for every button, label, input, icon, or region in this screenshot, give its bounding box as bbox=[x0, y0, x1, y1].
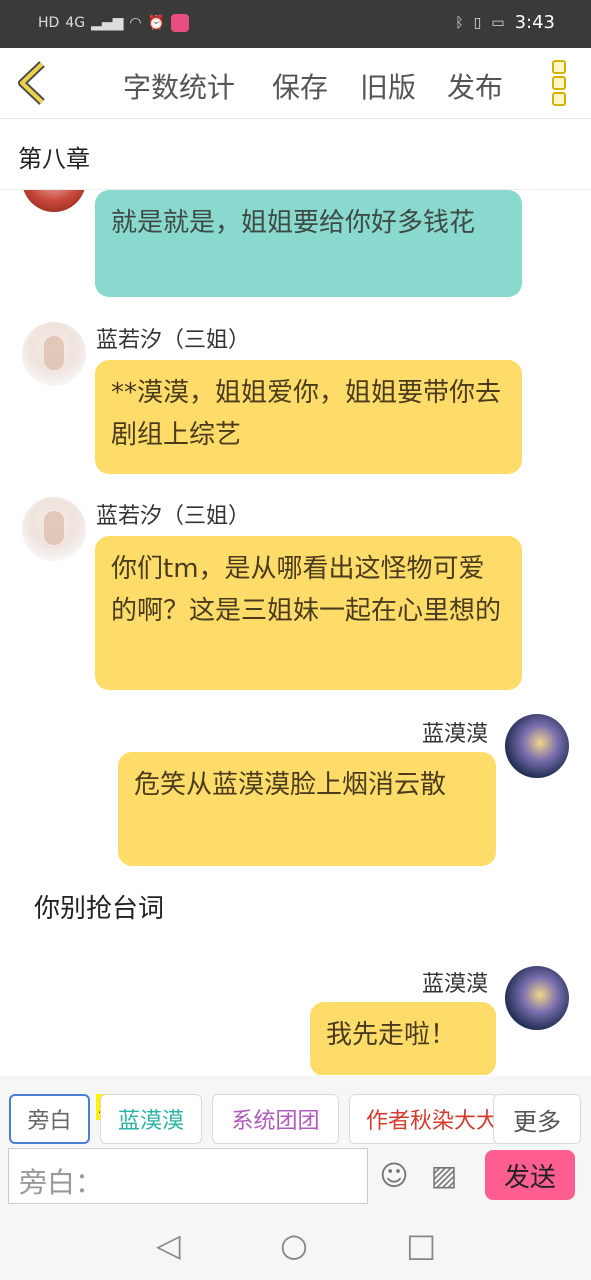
avatar[interactable] bbox=[22, 190, 86, 212]
recents-square-icon[interactable]: □ bbox=[406, 1226, 436, 1264]
message-bubble[interactable]: 你们tm，是从哪看出这怪物可爱的啊？这是三姐妹一起在心里想的 bbox=[95, 536, 522, 690]
battery-icon: ▭ bbox=[491, 14, 505, 31]
status-bar: HD 4G ▂▄▆ ◠ ⏰ ᛒ ▯ ▭ 3:43 bbox=[0, 0, 591, 48]
hd-label: HD bbox=[38, 15, 60, 31]
publish-button[interactable]: 发布 bbox=[447, 66, 503, 106]
wifi-icon: ◠ bbox=[129, 15, 142, 31]
chapter-title: 第八章 bbox=[18, 145, 90, 173]
avatar[interactable] bbox=[505, 966, 569, 1030]
role-author[interactable]: 作者秋染大大 bbox=[349, 1094, 499, 1144]
send-button[interactable]: 发送 bbox=[485, 1150, 575, 1200]
avatar[interactable] bbox=[505, 714, 569, 778]
speaker-name: 蓝若汐（三姐） bbox=[96, 328, 251, 353]
clock: 3:43 bbox=[514, 12, 555, 33]
role-lanmomo[interactable]: 蓝漠漠 bbox=[100, 1094, 202, 1144]
old-version-button[interactable]: 旧版 bbox=[360, 66, 416, 106]
back-triangle-icon[interactable]: ◁ bbox=[156, 1226, 181, 1264]
home-circle-icon[interactable]: ○ bbox=[280, 1226, 308, 1264]
save-button[interactable]: 保存 bbox=[272, 66, 328, 106]
more-dots-icon[interactable] bbox=[552, 60, 568, 106]
word-count-button[interactable]: 字数统计 bbox=[123, 66, 235, 106]
speaker-name: 蓝漠漠 bbox=[422, 972, 489, 997]
role-selector: 旁白 主 蓝漠漠 系统团团 作者秋染大大 更多 bbox=[0, 1076, 591, 1146]
more-roles-button[interactable]: 更多 bbox=[493, 1094, 581, 1144]
role-narrator[interactable]: 旁白 bbox=[9, 1094, 90, 1144]
bluetooth-icon: ᛒ bbox=[455, 14, 464, 31]
chat-area[interactable]: 就是就是，姐姐要给你好多钱花 蓝若汐（三姐） **漠漠，姐姐爱你，姐姐要带你去剧… bbox=[0, 190, 591, 1075]
role-system-tuantuan[interactable]: 系统团团 bbox=[212, 1094, 339, 1144]
message-bubble[interactable]: 危笑从蓝漠漠脸上烟消云散 bbox=[118, 752, 496, 866]
avatar[interactable] bbox=[22, 322, 86, 386]
narration-text[interactable]: 你别抢台词 bbox=[34, 888, 164, 925]
input-bar: 旁白： ☺ ▨ 发送 bbox=[0, 1146, 591, 1206]
app-icon bbox=[171, 14, 190, 32]
avatar[interactable] bbox=[22, 497, 86, 561]
signal-icon: ▂▄▆ bbox=[91, 15, 124, 31]
network-label: 4G bbox=[65, 15, 86, 31]
message-bubble[interactable]: 就是就是，姐姐要给你好多钱花 bbox=[95, 190, 522, 297]
image-icon[interactable]: ▨ bbox=[428, 1160, 460, 1192]
speaker-name: 蓝若汐（三姐） bbox=[96, 504, 251, 529]
message-bubble[interactable]: **漠漠，姐姐爱你，姐姐要带你去剧组上综艺 bbox=[95, 360, 522, 474]
editor-toolbar: 字数统计 保存 旧版 发布 bbox=[0, 48, 591, 119]
message-bubble[interactable]: 我先走啦！ bbox=[310, 1002, 496, 1075]
emoji-icon[interactable]: ☺ bbox=[378, 1160, 410, 1192]
system-nav-bar: ◁ ○ □ bbox=[0, 1206, 591, 1280]
message-input[interactable]: 旁白： bbox=[8, 1148, 368, 1204]
vibrate-icon: ▯ bbox=[473, 14, 482, 31]
alarm-icon: ⏰ bbox=[147, 15, 166, 31]
back-chevron-icon[interactable] bbox=[14, 60, 50, 106]
speaker-name: 蓝漠漠 bbox=[422, 722, 489, 747]
chapter-header[interactable]: 第八章 bbox=[0, 119, 591, 190]
